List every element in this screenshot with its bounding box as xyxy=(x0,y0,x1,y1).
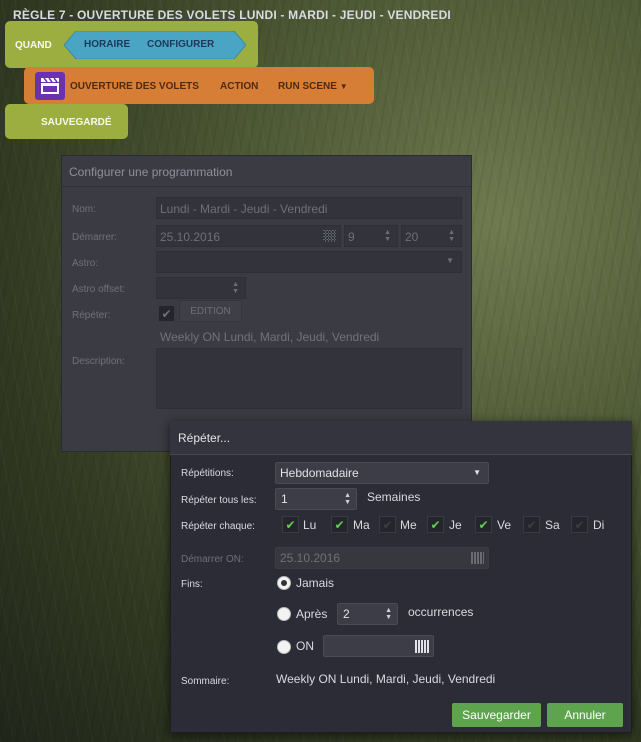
repeat-each-label: Répéter chaque: xyxy=(181,521,255,532)
minute-spinner-icon[interactable]: ▲ ▼ xyxy=(448,229,455,243)
check-icon: ✔ xyxy=(430,517,441,532)
after-count-field[interactable]: 2 ▲ ▼ xyxy=(337,603,398,625)
repeat-label: Répéter: xyxy=(72,310,111,321)
calendar-icon xyxy=(471,552,484,564)
astro-offset-field[interactable]: ▲ ▼ xyxy=(156,277,246,299)
start-on-value: 25.10.2016 xyxy=(280,551,341,565)
repeat-checkbox[interactable]: ✔ xyxy=(158,305,175,322)
start-minute-field[interactable]: 20 ▲ ▼ xyxy=(401,225,462,247)
repeat-summary: Weekly ON Lundi, Mardi, Jeudi, Vendredi xyxy=(160,330,380,344)
spinner-icon[interactable]: ▲ ▼ xyxy=(385,607,392,621)
day-checkbox-sa[interactable]: ✔ xyxy=(523,516,540,533)
astro-label: Astro: xyxy=(72,258,99,269)
action-type-label: ACTION xyxy=(220,81,259,92)
day-checkbox-lu[interactable]: ✔ xyxy=(282,516,299,533)
day-label-sa: Sa xyxy=(545,518,560,532)
check-icon: ✔ xyxy=(382,517,393,532)
cancel-button[interactable]: Annuler xyxy=(547,703,623,727)
day-checkbox-ma[interactable]: ✔ xyxy=(331,516,348,533)
run-scene-label: RUN SCENE xyxy=(278,81,337,92)
edit-repeat-button[interactable]: EDITION xyxy=(179,300,242,322)
day-label-je: Je xyxy=(449,518,462,532)
caret-down-icon: ▼ xyxy=(446,256,454,265)
check-icon: ✔ xyxy=(334,517,345,532)
scene-clapperboard-icon xyxy=(35,72,65,100)
radio-selected-dot xyxy=(281,580,287,586)
day-checkbox-me[interactable]: ✔ xyxy=(379,516,396,533)
ends-after-label: Après xyxy=(296,607,328,621)
start-on-field: 25.10.2016 xyxy=(275,547,489,569)
repeat-every-label: Répéter tous les: xyxy=(181,495,257,506)
repeat-dialog-title: Répéter... xyxy=(178,431,231,445)
start-label: Démarrer: xyxy=(72,232,118,243)
configure-link[interactable]: CONFIGURER xyxy=(147,39,214,50)
ends-on-date-field[interactable] xyxy=(323,635,434,657)
summary-label: Sommaire: xyxy=(181,676,230,687)
description-label: Description: xyxy=(72,356,125,367)
check-icon: ✔ xyxy=(478,517,489,532)
after-count-value: 2 xyxy=(343,607,350,621)
repetitions-select[interactable]: Hebdomadaire ▼ xyxy=(275,462,489,484)
check-icon: ✔ xyxy=(526,517,537,532)
save-button[interactable]: Sauvegarder xyxy=(452,703,541,727)
ends-after-radio[interactable] xyxy=(277,607,291,621)
caret-down-icon: ▼ xyxy=(473,468,481,477)
day-checkbox-di[interactable]: ✔ xyxy=(571,516,588,533)
astro-select[interactable]: ▼ xyxy=(156,251,462,273)
repetitions-label: Répétitions: xyxy=(181,468,234,479)
day-label-di: Di xyxy=(593,518,605,532)
check-icon: ✔ xyxy=(574,517,585,532)
saved-label: SAUVEGARDÉ xyxy=(41,117,112,128)
schedule-trigger-label: HORAIRE xyxy=(84,39,131,50)
occurrences-label: occurrences xyxy=(408,605,474,619)
repeat-every-unit: Semaines xyxy=(367,490,421,504)
repetitions-value: Hebdomadaire xyxy=(280,466,359,480)
day-label-lu: Lu xyxy=(303,518,317,532)
spinner-icon[interactable]: ▲ ▼ xyxy=(344,492,351,506)
name-field[interactable]: Lundi - Mardi - Jeudi - Vendredi xyxy=(156,197,462,219)
action-name: OUVERTURE DES VOLETS xyxy=(70,81,199,92)
day-checkbox-je[interactable]: ✔ xyxy=(427,516,444,533)
ends-on-label: ON xyxy=(296,639,314,653)
check-icon: ✔ xyxy=(285,517,296,532)
day-checkbox-ve[interactable]: ✔ xyxy=(475,516,492,533)
when-label: QUAND xyxy=(15,40,52,51)
repeat-dialog-header xyxy=(170,421,632,455)
description-textarea[interactable] xyxy=(156,348,462,409)
calendar-icon[interactable] xyxy=(415,640,429,653)
astro-offset-label: Astro offset: xyxy=(72,284,126,295)
hour-spinner-icon[interactable]: ▲ ▼ xyxy=(384,229,391,243)
calendar-icon[interactable] xyxy=(323,230,336,242)
schedule-config-title: Configurer une programmation xyxy=(69,165,233,179)
start-date-field[interactable]: 25.10.2016 xyxy=(156,225,341,247)
ends-label: Fins: xyxy=(181,579,203,590)
ends-never-label: Jamais xyxy=(296,576,335,590)
start-hour-field[interactable]: 9 ▲ ▼ xyxy=(344,225,398,247)
start-date-value: 25.10.2016 xyxy=(160,230,221,244)
start-on-label: Démarrer ON: xyxy=(181,554,244,565)
caret-down-icon: ▼ xyxy=(339,82,348,91)
ends-on-radio[interactable] xyxy=(277,640,291,654)
day-label-ve: Ve xyxy=(497,518,512,532)
check-icon: ✔ xyxy=(161,306,172,321)
start-minute-value: 20 xyxy=(405,230,419,244)
name-label: Nom: xyxy=(72,204,96,215)
rule-title: RÈGLE 7 - OUVERTURE DES VOLETS LUNDI - M… xyxy=(13,8,451,22)
start-hour-value: 9 xyxy=(348,230,355,244)
run-scene-dropdown[interactable]: RUN SCENE ▼ xyxy=(278,81,348,92)
summary-value: Weekly ON Lundi, Mardi, Jeudi, Vendredi xyxy=(276,672,496,686)
day-label-me: Me xyxy=(400,518,417,532)
ends-never-radio[interactable] xyxy=(277,576,291,590)
offset-spinner-icon[interactable]: ▲ ▼ xyxy=(232,281,239,295)
repeat-every-value: 1 xyxy=(281,492,288,506)
day-label-ma: Ma xyxy=(353,518,370,532)
repeat-every-field[interactable]: 1 ▲ ▼ xyxy=(275,488,357,510)
